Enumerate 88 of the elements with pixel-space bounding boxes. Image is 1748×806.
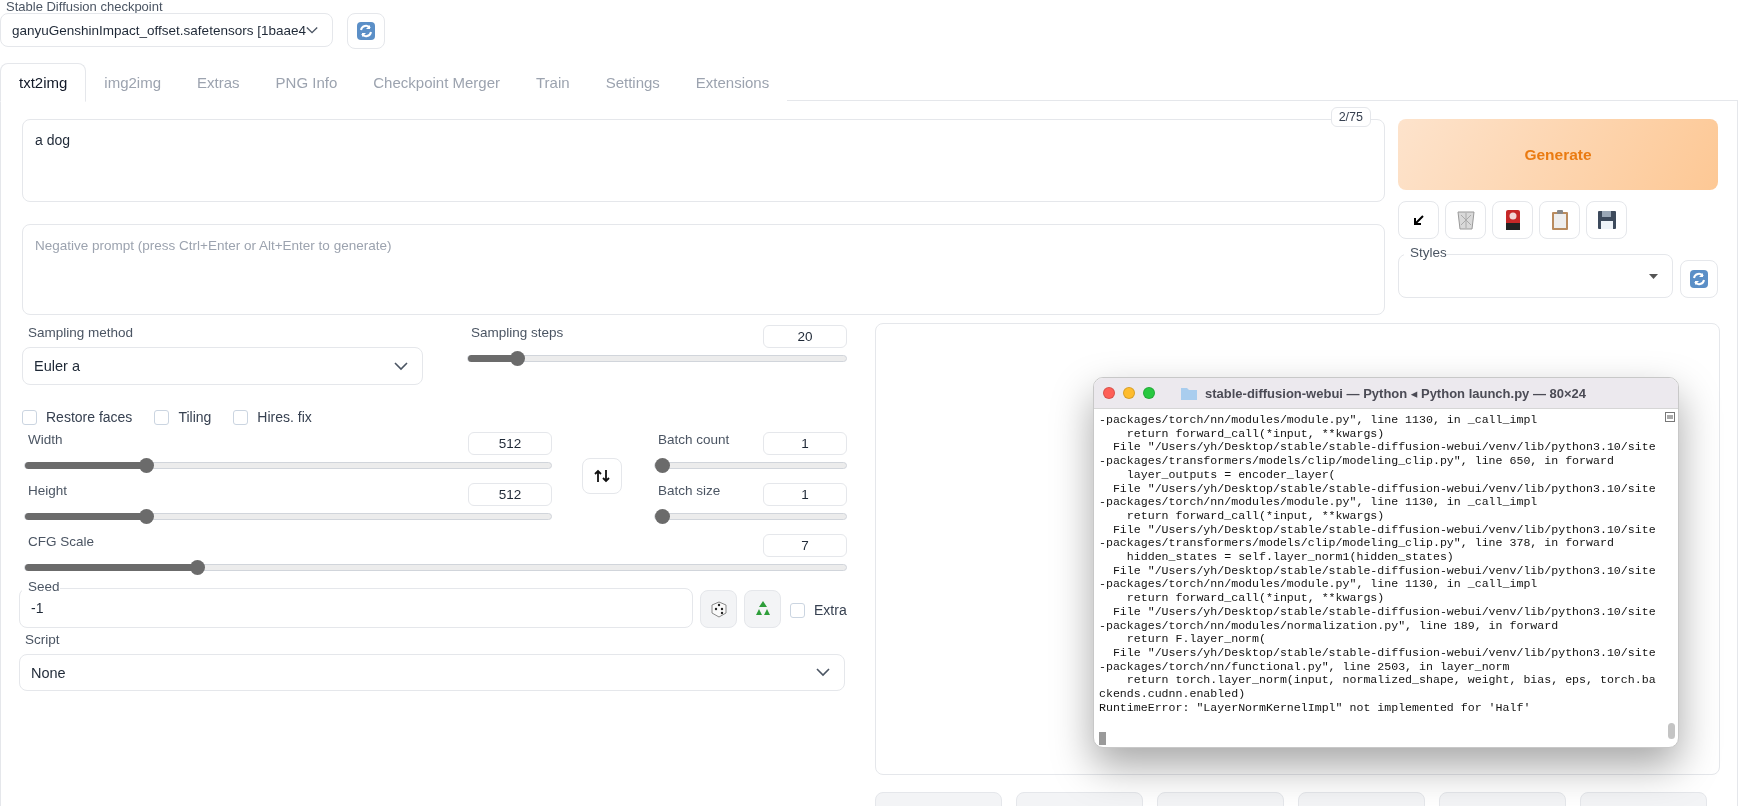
number-field[interactable]: 1 [763,483,847,506]
number-field[interactable]: 512 [468,483,552,506]
terminal-line: -packages/transformers/models/clip/modeling_clip.py", line 378, in forward [1099,536,1614,551]
slider-thumb[interactable] [655,509,670,524]
slider-label: Batch size [657,483,721,499]
terminal-line: File "/Users/yh/Desktop/stable/stable-diffusion-webui/venv/lib/python3.10/site [1111,440,1656,455]
refresh-icon [356,21,376,41]
sampling-method-label: Sampling method [27,325,135,341]
number-field[interactable]: 512 [468,432,552,455]
checkbox[interactable] [22,409,37,425]
number-field[interactable]: 1 [763,432,847,455]
terminal-line: layer_outputs = encoder_layer( [1125,467,1336,482]
script-label: Script [24,632,61,648]
slider-label: Width [27,432,63,448]
terminal-line: ckends.cudnn.enabled) [1099,687,1246,701]
terminal-line: -packages/torch/nn/functional.py", line 2503, in layer_norm [1099,659,1510,674]
dice-button[interactable] [700,590,737,628]
seed-label: Seed [22,580,60,594]
slider-thumb[interactable] [510,351,526,366]
terminal-line: File "/Users/yh/Desktop/stable/stable-diffusion-webui/venv/lib/python3.10/site [1111,522,1656,537]
sampling-method-dropdown[interactable]: Euler a [22,347,423,385]
terminal-line: -packages/torch/nn/modules/module.py", line 1130, in _call_impl [1099,495,1538,509]
trash-button[interactable] [1445,201,1486,239]
slider-label: CFG Scale [27,534,95,550]
checkbox-label: Hires. fix [257,409,312,425]
slider-label: Sampling steps [470,325,564,341]
slider-label: Batch count [657,432,730,448]
number-field[interactable]: 7 [763,534,847,557]
clipboard-button[interactable] [1539,201,1580,239]
refresh-button[interactable] [1680,260,1718,298]
terminal-line: RuntimeError: "LayerNormKernelImpl" not implemented for 'Half' [1099,700,1531,715]
card-icon [1505,210,1520,230]
script-dropdown[interactable]: None [19,654,845,691]
terminal-line: return F.layer_norm( [1125,632,1266,646]
recycle-icon [753,600,772,618]
checkbox-label: Extra [814,602,847,618]
checkbox[interactable] [233,409,249,425]
swap-arrows-icon [594,469,610,483]
minimize-icon[interactable] [1123,387,1135,399]
close-icon[interactable] [1103,387,1115,399]
scroll-thumb[interactable] [1668,723,1675,739]
refresh-button[interactable] [347,13,385,49]
trash-icon [1456,210,1475,230]
token-counter: 2/75 [1330,107,1371,127]
terminal-line: return forward_call(*input, **kwargs) [1125,508,1385,523]
refresh-icon [1689,269,1709,289]
checkbox[interactable] [154,409,170,425]
swap-button[interactable] [582,458,622,494]
checkbox[interactable] [790,602,805,618]
terminal-line: return torch.layer_norm(input, normalized_shape, weight, bias, eps, torch.ba [1125,673,1656,688]
slider-label: Height [27,483,68,499]
dice-icon [709,600,728,618]
terminal-line: hidden_states = self.layer_norm1(hidden_states) [1125,550,1454,564]
terminal-line: -packages/torch/nn/modules/module.py", line 1130, in _call_impl [1099,577,1538,592]
checkbox-label: Tiling [178,409,212,425]
terminal-title: stable-diffusion-webui — Python ◂ Python launch.py — 80×24 [1205,385,1587,401]
slider-thumb[interactable] [655,458,670,473]
tab[interactable]: txt2img [0,63,87,102]
checkbox-label: Restore faces [46,409,133,425]
terminal-line: -packages/transformers/models/clip/modeling_clip.py", line 650, in forward [1099,454,1614,468]
chevron-down-icon [305,25,318,35]
styles-label: Styles [1404,246,1447,260]
terminal-line: -packages/torch/nn/modules/module.py", line 1130, in _call_impl [1099,413,1538,427]
terminal-line: return forward_call(*input, **kwargs) [1125,426,1385,441]
terminal-line: File "/Users/yh/Desktop/stable/stable-diffusion-webui/venv/lib/python3.10/site [1111,481,1656,496]
checkpoint-dropdown[interactable]: ganyuGenshinImpact_offset.safetensors [1baae4 [0,13,333,47]
terminal-line: File "/Users/yh/Desktop/stable/stable-diffusion-webui/venv/lib/python3.10/site [1111,563,1656,578]
text-cursor [1099,732,1106,746]
chevron-down-icon [394,361,408,371]
terminal-line: return forward_call(*input, **kwargs) [1125,591,1385,605]
recycle-button[interactable] [744,590,781,628]
folder-icon [1181,386,1197,400]
slider-thumb[interactable] [190,560,206,575]
slider-thumb[interactable] [138,458,154,473]
terminal-line: -packages/torch/nn/modules/normalization.py", line 189, in forward [1099,618,1559,633]
terminal-line: File "/Users/yh/Desktop/stable/stable-diffusion-webui/venv/lib/python3.10/site [1111,645,1656,660]
scroll-marker-icon [1665,412,1675,422]
chevron-down-icon [816,668,830,677]
slider-thumb[interactable] [138,509,154,524]
clipboard-icon [1550,210,1569,230]
terminal-line: File "/Users/yh/Desktop/stable/stable-diffusion-webui/venv/lib/python3.10/site [1111,604,1656,619]
maximize-icon[interactable] [1143,387,1155,399]
number-field[interactable]: 20 [763,325,847,348]
arrow-down-left-icon [1412,214,1425,226]
save-button[interactable] [1586,201,1627,239]
arrow-button[interactable] [1398,201,1439,239]
card-button[interactable] [1492,201,1533,239]
dropdown-arrow-icon [1649,273,1658,279]
